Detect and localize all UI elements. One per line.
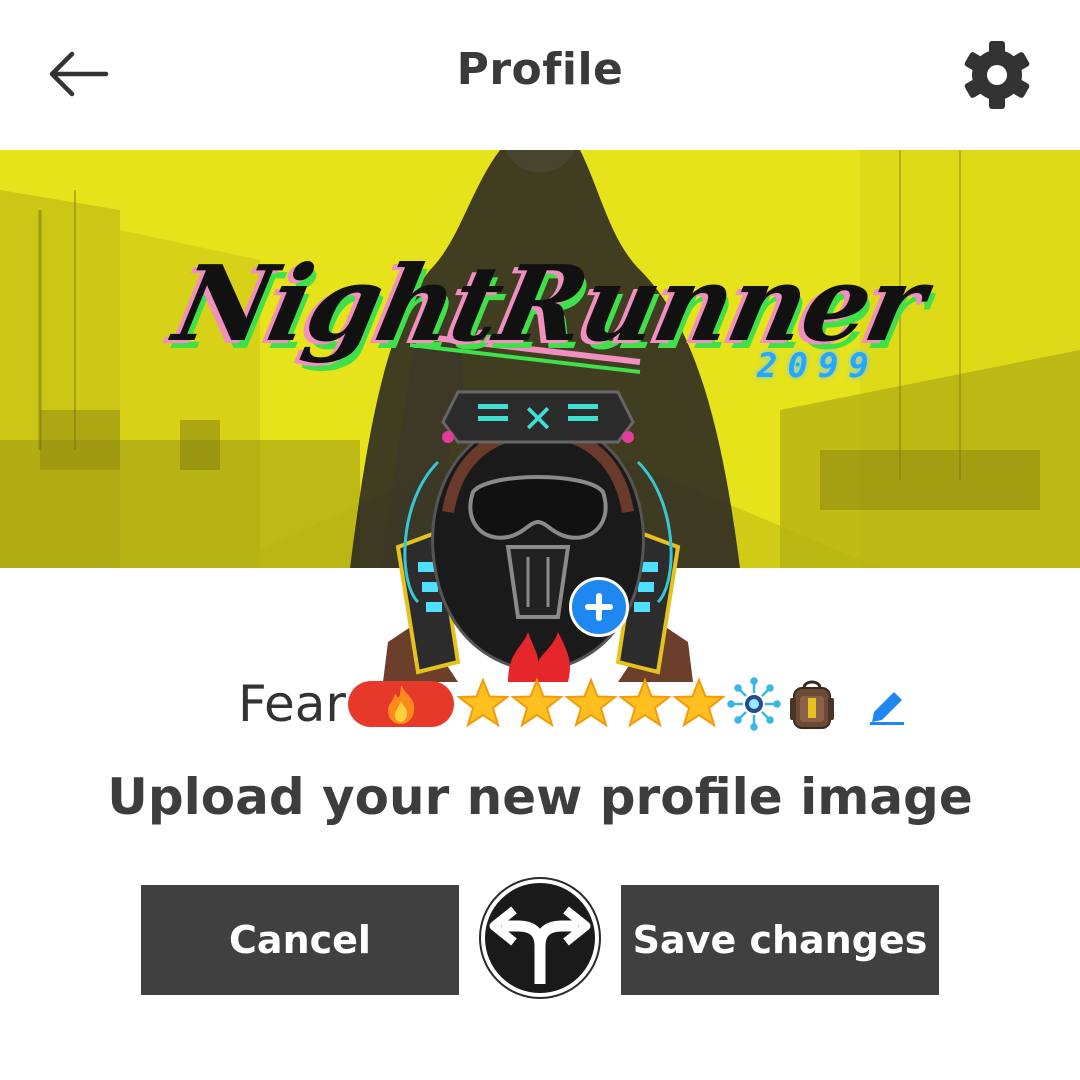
cancel-button[interactable]: Cancel	[141, 885, 459, 995]
star-icon	[618, 677, 672, 728]
split-arrows-icon	[478, 876, 602, 1000]
edit-name-button[interactable]	[866, 682, 910, 726]
gear-icon	[964, 41, 1030, 109]
add-avatar-button[interactable]	[569, 577, 629, 637]
circuit-eye-icon	[727, 677, 781, 731]
settings-button[interactable]	[958, 36, 1036, 114]
rating-stars	[456, 677, 726, 731]
save-changes-button[interactable]: Save changes	[621, 885, 939, 995]
cyber-hood-avatar-icon: ✕	[383, 390, 693, 682]
banner-logo-subtitle: 2099	[757, 346, 879, 386]
profile-name-row: Fear	[238, 672, 910, 736]
profile-avatar[interactable]: ✕	[378, 362, 698, 682]
fire-icon	[387, 685, 415, 724]
app-header: Profile	[0, 0, 1080, 150]
star-icon	[672, 677, 726, 728]
upload-prompt: Upload your new profile image	[107, 768, 973, 826]
svg-text:✕: ✕	[522, 397, 554, 441]
page-title: Profile	[456, 44, 624, 95]
star-icon	[564, 677, 618, 728]
user-name: Fear	[238, 675, 346, 733]
star-icon	[456, 677, 510, 728]
pencil-icon	[869, 692, 904, 725]
fire-badge	[347, 681, 454, 727]
star-icon	[510, 677, 564, 728]
backpack-icon	[789, 680, 834, 729]
